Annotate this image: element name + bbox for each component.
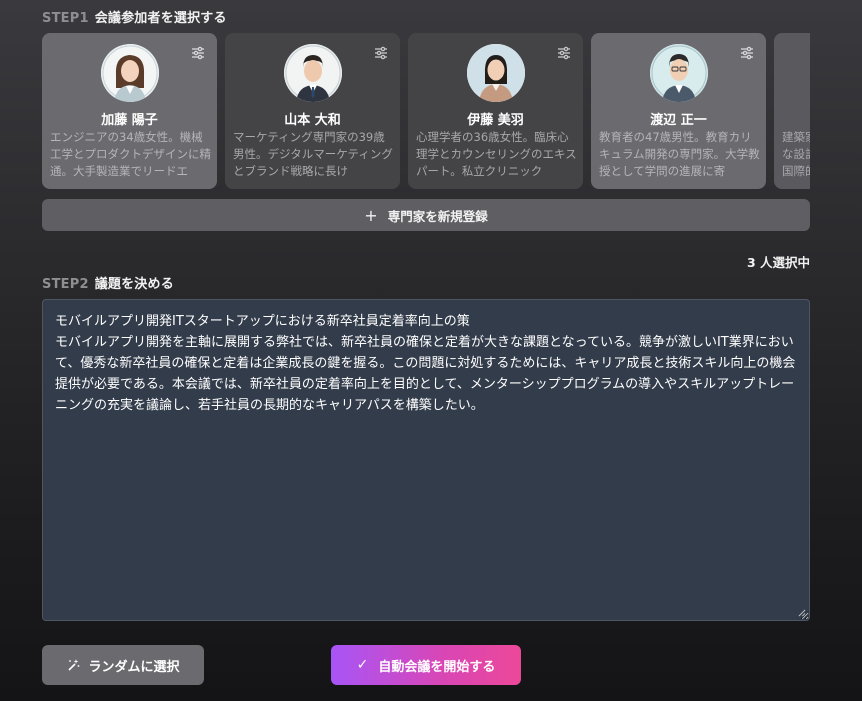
expert-name: 伊藤 美羽 [467,113,524,128]
avatar [283,44,342,102]
random-select-button[interactable]: ランダムに選択 [42,645,204,685]
plus-icon: + [364,205,378,225]
random-select-label: ランダムに選択 [88,659,180,675]
start-meeting-label: 自動会議を開始する [378,659,496,675]
magic-wand-icon [68,659,80,671]
expert-description: 心理学者の36歳女性。臨床心理学とカウンセリングのエキスパート。私立クリニック [416,130,577,178]
step1-number: STEP1 [42,11,89,26]
step1-heading: STEP1 会議参加者を選択する [42,7,227,26]
avatar [100,44,159,102]
add-expert-label: 専門家を新規登録 [387,208,488,224]
step2-heading: STEP2 議題を決める [42,273,174,292]
expert-card-ito[interactable]: 伊藤 美羽 心理学者の36歳女性。臨床心理学とカウンセリングのエキスパート。私立… [408,33,583,189]
start-meeting-button[interactable]: ✓ 自動会議を開始する [331,645,521,685]
sliders-icon[interactable] [191,45,205,60]
expert-card-kato[interactable]: 加藤 陽子 エンジニアの34歳女性。機械工学とプロダクトデザインに精通。大手製造… [42,33,217,189]
sliders-icon[interactable] [557,45,571,60]
expert-description: エンジニアの34歳女性。機械工学とプロダクトデザインに精通。大手製造業でリードエ [50,130,211,178]
expert-description: 建築家な設計国際的 [782,130,810,178]
expert-name: 山本 大和 [284,113,341,128]
step2-number: STEP2 [42,277,89,292]
expert-card-list: 加藤 陽子 エンジニアの34歳女性。機械工学とプロダクトデザインに精通。大手製造… [42,33,810,190]
avatar [466,44,525,102]
topic-textarea[interactable]: モバイルアプリ開発ITスタートアップにおける新卒社員定着率向上の策 モバイルアプ… [42,299,810,621]
step1-title: 会議参加者を選択する [94,11,227,26]
expert-description: 教育者の47歳男性。教育カリキュラム開発の専門家。大学教授として学問の進展に寄 [599,130,760,178]
step2-title: 議題を決める [94,277,174,292]
expert-card-partial[interactable]: 建築家な設計国際的 [774,33,810,189]
add-expert-button[interactable]: + 専門家を新規登録 [42,199,810,231]
resize-handle-icon[interactable] [798,609,806,617]
check-icon: ✓ [356,657,369,673]
selected-count: 3 人選択中 [746,255,810,270]
expert-name: 加藤 陽子 [101,113,158,128]
expert-name: 渡辺 正一 [650,113,707,128]
sliders-icon[interactable] [374,45,388,60]
expert-description: マーケティング専門家の39歳男性。デジタルマーケティングとブランド戦略に長け [233,130,393,178]
avatar [649,44,708,102]
sliders-icon[interactable] [740,45,754,60]
expert-card-watanabe[interactable]: 渡辺 正一 教育者の47歳男性。教育カリキュラム開発の専門家。大学教授として学問… [591,33,766,189]
expert-card-yamamoto[interactable]: 山本 大和 マーケティング専門家の39歳男性。デジタルマーケティングとブランド戦… [225,33,400,189]
